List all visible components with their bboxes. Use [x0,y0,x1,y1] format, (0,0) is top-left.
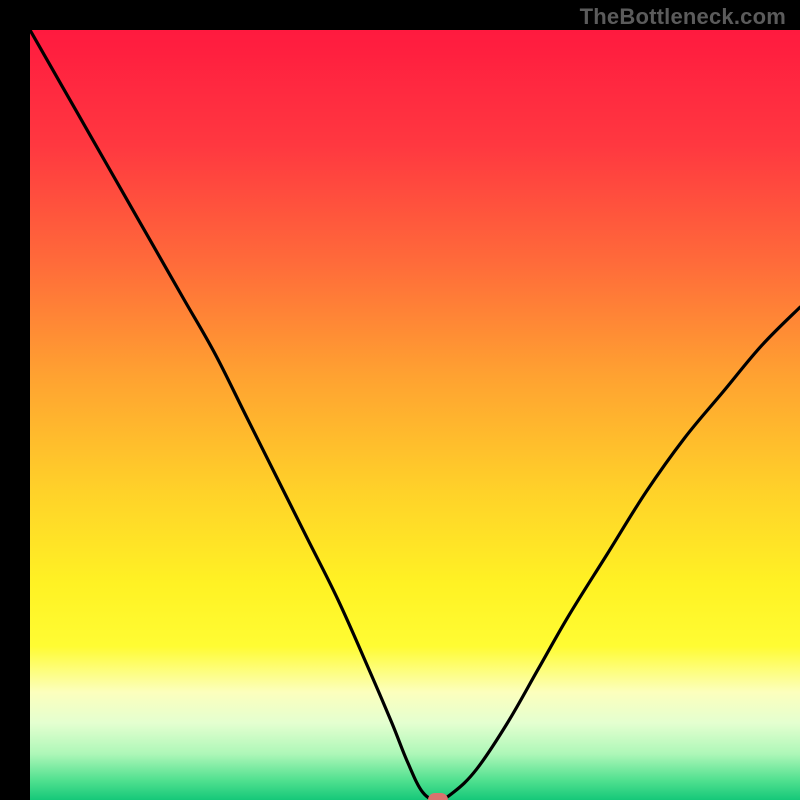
chart-plot-area [30,30,800,800]
optimal-point-marker [428,793,448,800]
chart-svg [30,30,800,800]
gradient-background [30,30,800,800]
watermark-text: TheBottleneck.com [580,4,786,30]
